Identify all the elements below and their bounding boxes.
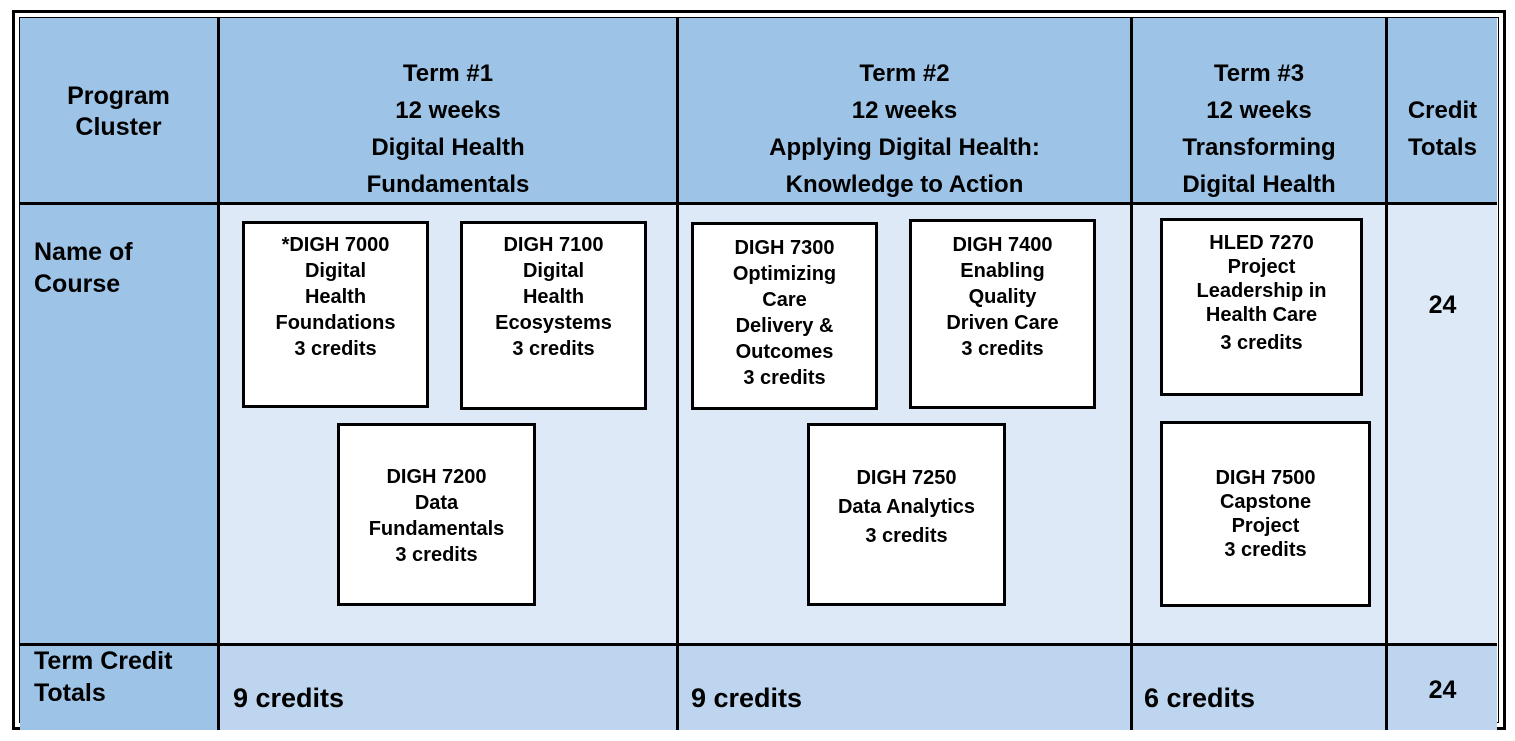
term-1-header: Term #1 12 weeks Digital Health Fundamen… xyxy=(220,18,676,202)
course-credits: 3 credits xyxy=(395,544,478,566)
term-1-credit-total: 9 credits xyxy=(233,683,345,713)
course-code: DIGH 7250 xyxy=(856,467,957,489)
course-credits: 3 credits xyxy=(294,338,377,360)
course-title: Ecosystems xyxy=(495,312,612,334)
course-code: DIGH 7500 xyxy=(1215,467,1316,489)
course-credits: 3 credits xyxy=(961,338,1044,360)
divider xyxy=(20,643,1497,646)
term-label: Term #3 xyxy=(1213,60,1305,87)
course-code: DIGH 7300 xyxy=(734,237,835,259)
course-card-digh-7000: *DIGH 7000 Digital Health Foundations 3 … xyxy=(242,221,429,408)
course-title: Quality xyxy=(968,286,1037,308)
course-title: Capstone xyxy=(1219,491,1312,513)
term-credit-totals-label: Term Credit Totals xyxy=(34,645,172,709)
grand-credit-total: 24 xyxy=(1428,676,1457,704)
course-title: Leadership in xyxy=(1196,280,1327,302)
course-credits: 3 credits xyxy=(743,367,826,389)
totals-row-body xyxy=(219,645,1497,730)
course-title: Health xyxy=(522,286,585,308)
label-text: Term Credit xyxy=(34,647,173,675)
term-label: Term #2 xyxy=(859,60,950,87)
course-title: Project xyxy=(1231,515,1300,537)
name-of-course-label: Name of Course xyxy=(34,236,133,300)
course-card-digh-7100: DIGH 7100 Digital Health Ecosystems 3 cr… xyxy=(460,221,647,410)
course-title: Data xyxy=(414,492,459,514)
term-3-credit-total: 6 credits xyxy=(1144,683,1256,713)
term-duration: 12 weeks xyxy=(1206,97,1312,124)
course-title: Foundations xyxy=(275,312,396,334)
course-card-digh-7250: DIGH 7250 Data Analytics 3 credits xyxy=(807,423,1006,606)
term-duration: 12 weeks xyxy=(395,97,501,124)
label-text: Totals xyxy=(34,679,106,707)
term-theme: Transforming xyxy=(1182,134,1336,161)
course-code: *DIGH 7000 xyxy=(281,234,390,256)
course-title: Enabling xyxy=(960,260,1045,282)
term-theme: Knowledge to Action xyxy=(785,171,1024,198)
course-card-digh-7400: DIGH 7400 Enabling Quality Driven Care 3… xyxy=(909,219,1096,409)
course-card-digh-7300: DIGH 7300 Optimizing Care Delivery & Out… xyxy=(691,222,878,410)
course-title: Optimizing xyxy=(732,263,837,285)
course-code: DIGH 7100 xyxy=(503,234,604,256)
label-text: Course xyxy=(34,270,121,298)
course-code: HLED 7270 xyxy=(1209,232,1314,254)
course-title: Data Analytics xyxy=(837,496,976,518)
course-code: DIGH 7400 xyxy=(952,234,1053,256)
term-3-header: Term #3 12 weeks Transforming Digital He… xyxy=(1133,18,1385,202)
course-credits: 3 credits xyxy=(865,525,948,547)
term-2-credit-total: 9 credits xyxy=(691,683,803,713)
header-text: Totals xyxy=(1408,134,1477,161)
header-text: Credit xyxy=(1407,97,1478,124)
program-table: Program Cluster Term #1 12 weeks Digital… xyxy=(12,10,1506,730)
course-credits: 3 credits xyxy=(1224,539,1307,561)
term-theme: Fundamentals xyxy=(366,171,530,198)
term-2-header: Term #2 12 weeks Applying Digital Health… xyxy=(679,18,1130,202)
course-title: Digital xyxy=(522,260,585,282)
course-title: Project xyxy=(1227,256,1296,278)
course-title: Delivery & xyxy=(735,315,834,337)
label-text: Name of xyxy=(34,238,133,266)
course-credit-total: 24 xyxy=(1428,291,1457,319)
course-title: Driven Care xyxy=(946,312,1059,334)
course-credits: 3 credits xyxy=(1220,332,1303,354)
term-duration: 12 weeks xyxy=(851,97,958,124)
course-title: Fundamentals xyxy=(368,518,505,540)
header-text: Program xyxy=(67,82,170,110)
course-card-digh-7500: DIGH 7500 Capstone Project 3 credits xyxy=(1160,421,1371,607)
course-title: Health Care xyxy=(1205,304,1318,326)
course-title: Digital xyxy=(304,260,367,282)
course-code: DIGH 7200 xyxy=(386,466,487,488)
credit-totals-header: Credit Totals xyxy=(1388,18,1497,202)
term-theme: Digital Health xyxy=(1182,171,1336,198)
course-card-hled-7270: HLED 7270 Project Leadership in Health C… xyxy=(1160,218,1363,396)
header-text: Cluster xyxy=(75,113,162,141)
program-cluster-header: Program Cluster xyxy=(20,18,217,202)
program-table-inner: Program Cluster Term #1 12 weeks Digital… xyxy=(19,17,1499,730)
course-credits: 3 credits xyxy=(512,338,595,360)
course-title: Health xyxy=(304,286,367,308)
term-theme: Digital Health xyxy=(371,134,525,161)
course-title: Outcomes xyxy=(735,341,834,363)
term-theme: Applying Digital Health: xyxy=(769,134,1040,161)
course-title: Care xyxy=(762,289,807,311)
course-card-digh-7200: DIGH 7200 Data Fundamentals 3 credits xyxy=(337,423,536,606)
term-label: Term #1 xyxy=(402,60,494,87)
